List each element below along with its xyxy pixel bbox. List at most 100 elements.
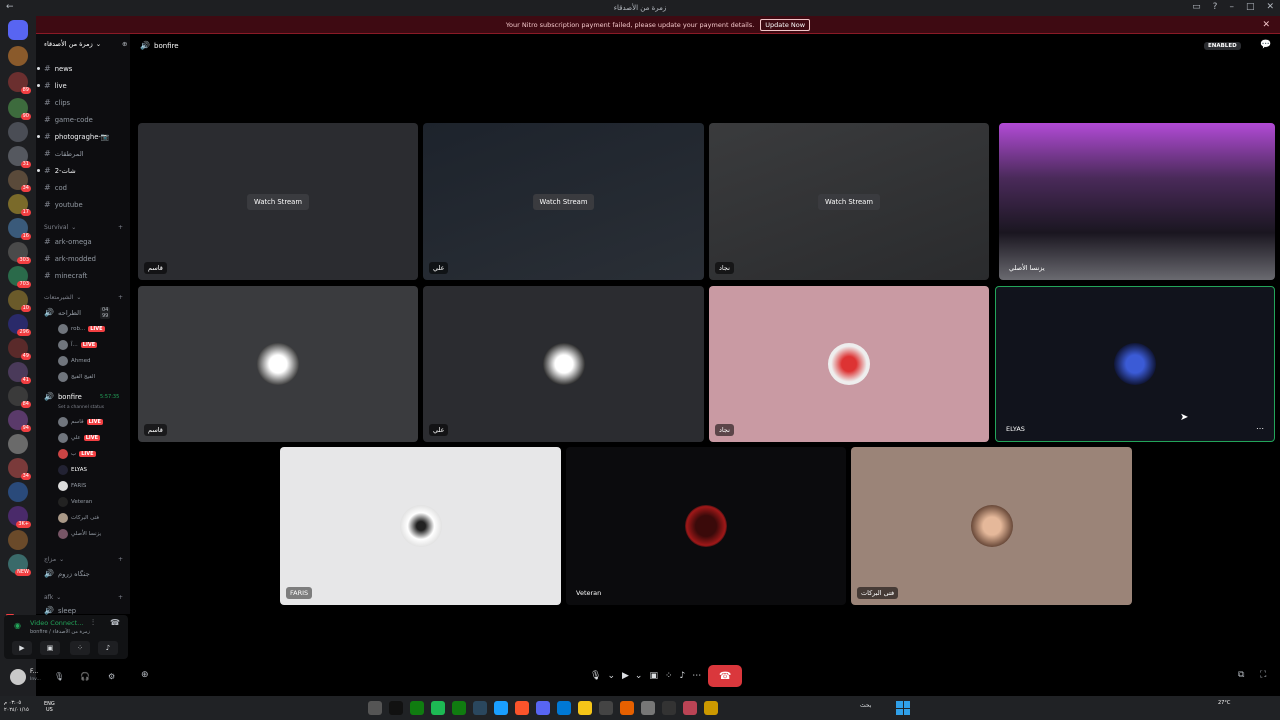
mic-group[interactable]: 🎙 ⌄ xyxy=(590,671,615,681)
taskbar-app-icon[interactable] xyxy=(641,701,655,715)
add-channel-icon[interactable]: + xyxy=(118,594,123,601)
browser-icon[interactable] xyxy=(494,701,508,715)
channel-news[interactable]: # news xyxy=(37,64,72,73)
participant-tile[interactable]: قاسم xyxy=(138,286,418,442)
channel-game-code[interactable]: # game-code xyxy=(44,115,93,124)
participant-tile[interactable]: فتى البركات xyxy=(851,447,1132,605)
voice-user[interactable]: Veteran xyxy=(58,497,92,507)
activities-icon[interactable]: ⁘ xyxy=(665,671,673,681)
dismiss-banner-icon[interactable]: ✕ xyxy=(1262,20,1270,30)
channel-status[interactable]: Set a channel status xyxy=(58,405,104,410)
server-icon[interactable]: 84 xyxy=(8,386,31,408)
voice-user[interactable]: Ahmed xyxy=(58,356,90,366)
maximize-icon[interactable]: □ xyxy=(1246,2,1255,12)
screenshare-icon[interactable]: ▣ xyxy=(649,671,658,681)
voice-user[interactable]: يزنسا الأصلي xyxy=(58,529,101,539)
taskbar-app-icon[interactable] xyxy=(368,701,382,715)
invite-icon[interactable]: ⊕ xyxy=(122,40,127,48)
voice-user[interactable]: ب LIVE xyxy=(58,449,96,459)
channel-live[interactable]: # live xyxy=(37,81,67,90)
server-icon[interactable]: 31 xyxy=(8,146,31,168)
channel-arabic-1[interactable]: # المرطقات xyxy=(44,149,84,158)
server-icon[interactable] xyxy=(8,434,28,454)
more-options-icon[interactable]: ⋯ xyxy=(1256,424,1264,433)
discord-icon[interactable] xyxy=(536,701,550,715)
watch-stream-button[interactable]: Watch Stream xyxy=(818,193,880,210)
channel-clips[interactable]: # clips xyxy=(44,98,70,107)
stream-tile[interactable]: Watch Stream قاسم xyxy=(138,123,418,280)
update-now-button[interactable]: Update Now xyxy=(760,18,811,31)
fullscreen-icon[interactable]: ⛶ xyxy=(1260,670,1266,680)
back-icon[interactable]: ← xyxy=(6,2,14,12)
chat-icon[interactable]: 💬 xyxy=(1260,40,1271,50)
server-icon[interactable]: 3K+ xyxy=(8,506,31,528)
voice-user[interactable]: آ... LIVE xyxy=(58,340,98,350)
participant-tile[interactable]: نجاد xyxy=(709,286,989,442)
help-icon[interactable]: ? xyxy=(1213,2,1218,12)
disconnect-icon[interactable]: ☎ xyxy=(110,618,120,627)
server-icon[interactable] xyxy=(8,122,28,142)
voice-status-sub[interactable]: bonfire / زمرة من الأصدقاء xyxy=(30,629,90,635)
server-icon[interactable]: 703 xyxy=(8,266,31,288)
language-indicator[interactable]: ENG US xyxy=(44,701,55,713)
watch-stream-button[interactable]: Watch Stream xyxy=(247,193,309,210)
invite-icon[interactable]: ⊕ xyxy=(141,670,149,680)
chevron-down-icon[interactable]: ⌄ xyxy=(607,671,615,681)
search-box[interactable]: بحث xyxy=(860,702,871,709)
taskbar-app-icon[interactable] xyxy=(662,701,676,715)
channel-youtube[interactable]: # youtube xyxy=(44,200,83,209)
voice-user[interactable]: ELYAS xyxy=(58,465,87,475)
taskbar-app-icon[interactable] xyxy=(620,701,634,715)
channel-minecraft[interactable]: # minecraft xyxy=(44,271,87,280)
channel-cod[interactable]: # cod xyxy=(44,183,67,192)
taskbar-app-icon[interactable] xyxy=(704,701,718,715)
category-afk[interactable]: afk ⌄ + xyxy=(44,594,123,601)
more-icon[interactable]: ⋯ xyxy=(692,671,701,681)
voice-user[interactable]: فتى البركات xyxy=(58,513,99,523)
voice-channel[interactable]: 🔊 الطراحه 04 99 xyxy=(44,306,111,319)
stream-tile[interactable]: Watch Stream علي xyxy=(423,123,704,280)
category-misc[interactable]: مزاج ⌄ + xyxy=(44,556,123,563)
category-voice[interactable]: الشيرمتعات ⌄ + xyxy=(44,294,123,301)
server-icon[interactable]: 49 xyxy=(8,338,31,360)
spotify-icon[interactable] xyxy=(431,701,445,715)
xbox-icon[interactable] xyxy=(452,701,466,715)
voice-user[interactable]: الفيج الفيج xyxy=(58,372,95,382)
noise-suppression-icon[interactable]: ⫶ xyxy=(92,618,94,628)
server-icon[interactable]: 34 xyxy=(8,170,31,192)
participant-tile[interactable]: علي xyxy=(423,286,704,442)
soundboard-button[interactable]: ♪ xyxy=(98,641,118,655)
inbox-icon[interactable]: ▭ xyxy=(1192,2,1201,12)
xbox-icon[interactable] xyxy=(410,701,424,715)
participant-tile[interactable]: FARIS xyxy=(280,447,561,605)
server-icon[interactable]: 296 xyxy=(8,314,31,336)
steam-icon[interactable] xyxy=(473,701,487,715)
camera-group[interactable]: ▶ ⌄ xyxy=(622,671,642,681)
enabled-badge[interactable]: ENABLED xyxy=(1204,42,1241,50)
stream-tile[interactable]: Watch Stream نجاد xyxy=(709,123,989,280)
mic-icon[interactable]: 🎙 xyxy=(54,672,64,681)
activities-button[interactable]: ⁘ xyxy=(70,641,90,655)
add-channel-icon[interactable]: + xyxy=(118,294,123,301)
discord-home-icon[interactable] xyxy=(8,20,28,40)
server-header[interactable]: زمرة من الأصدقاء ⌄ ⊕ xyxy=(44,40,127,48)
weather-widget[interactable]: 27°C xyxy=(1218,700,1230,707)
taskbar-app-icon[interactable] xyxy=(389,701,403,715)
watch-stream-button[interactable]: Watch Stream xyxy=(532,193,595,210)
channel-photograghe[interactable]: # photograghe-📷 xyxy=(37,132,109,141)
voice-channel[interactable]: 🔊 جنگاه زروم xyxy=(44,569,90,578)
mic-icon[interactable]: 🎙 xyxy=(590,671,601,681)
server-icon[interactable] xyxy=(8,46,28,66)
participant-tile[interactable]: ELYAS ⋯ xyxy=(995,286,1275,442)
server-icon[interactable] xyxy=(8,530,28,550)
channel-ark-modded[interactable]: # ark-modded xyxy=(44,254,96,263)
taskbar-app-icon[interactable] xyxy=(599,701,613,715)
server-icon[interactable]: 90 xyxy=(8,98,31,120)
voice-user[interactable]: قاسم LIVE xyxy=(58,417,103,427)
server-icon[interactable]: 34 xyxy=(8,458,31,480)
server-icon[interactable]: 16 xyxy=(8,218,31,240)
server-icon[interactable]: 10 xyxy=(8,290,31,312)
server-icon[interactable]: 94 xyxy=(8,410,31,432)
close-window-icon[interactable]: ✕ xyxy=(1266,2,1274,12)
channel-ark-omega[interactable]: # ark-omega xyxy=(44,237,92,246)
